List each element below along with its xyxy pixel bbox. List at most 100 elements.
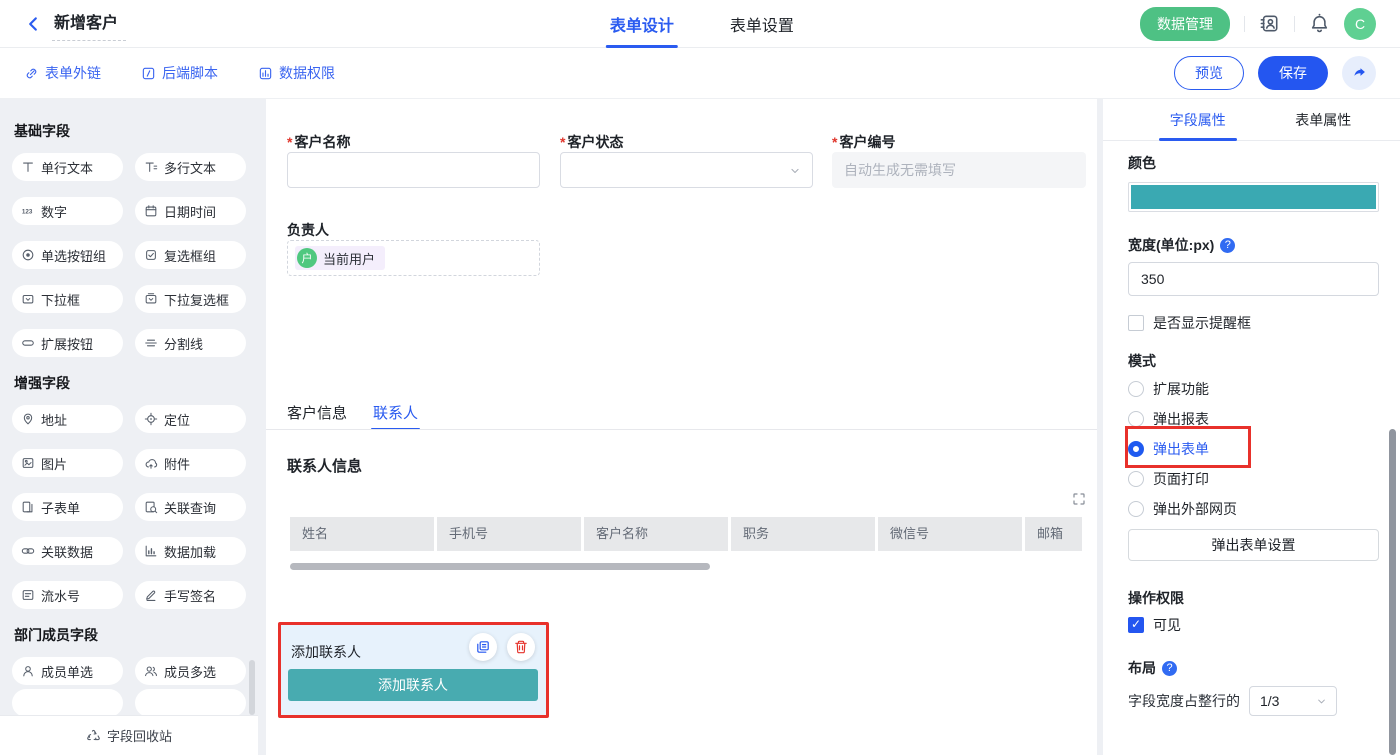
- link-icon: [24, 66, 39, 81]
- expand-icon[interactable]: [1071, 491, 1087, 512]
- width-label-text: 宽度(单位:px): [1128, 235, 1214, 255]
- sidebar-item-multi-line-text[interactable]: 多行文本: [135, 153, 246, 181]
- sidebar-item-select[interactable]: 下拉框: [12, 285, 123, 313]
- sidebar-item-partial[interactable]: [12, 689, 123, 717]
- tab-form-design[interactable]: 表单设计: [610, 0, 674, 48]
- sidebar-item-label: 单行文本: [41, 158, 93, 177]
- sidebar-item-datetime[interactable]: 日期时间: [135, 197, 246, 225]
- mode-option-3[interactable]: 弹出表单: [1128, 439, 1209, 459]
- tab-field-properties[interactable]: 字段属性: [1135, 99, 1261, 140]
- linked-query-icon: [144, 500, 158, 514]
- tab-form-settings[interactable]: 表单设置: [730, 0, 794, 48]
- sidebar-item-label: 流水号: [41, 586, 80, 605]
- copy-field-button[interactable]: [469, 633, 497, 661]
- sidebar-section-title: 部门成员字段: [14, 625, 244, 645]
- contact-table-header: 姓名手机号客户名称职务微信号邮箱: [290, 517, 1082, 551]
- share-button[interactable]: [1342, 56, 1376, 90]
- table-horizontal-scrollbar[interactable]: [290, 563, 710, 570]
- delete-field-button[interactable]: [507, 633, 535, 661]
- sidebar-item-single-line-text[interactable]: 单行文本: [12, 153, 123, 181]
- tab-contacts[interactable]: 联系人: [373, 402, 418, 429]
- mode-option-2[interactable]: 弹出报表: [1128, 409, 1209, 429]
- app-window: 新增客户 表单设计 表单设置 数据管理 C 表单外链后端脚本数据权限 预览 保存…: [0, 0, 1400, 755]
- form-canvas: 客户名称 客户状态 客户编号 自动生成无需填写 负责人 户 当前用户 客户信息 …: [266, 99, 1097, 755]
- sidebar-item-member-multi[interactable]: 成员多选: [135, 657, 246, 685]
- popup-form-settings-button[interactable]: 弹出表单设置: [1128, 529, 1379, 561]
- sidebar-item-linked-query[interactable]: 关联查询: [135, 493, 246, 521]
- divider-icon: [144, 336, 158, 350]
- sidebar-item-label: 子表单: [41, 498, 80, 517]
- visible-checkbox-row[interactable]: 可见: [1128, 615, 1181, 635]
- sidebar-item-extend-button[interactable]: 扩展按钮: [12, 329, 123, 357]
- sidebar-item-subform[interactable]: 子表单: [12, 493, 123, 521]
- layout-row-label: 字段宽度占整行的: [1128, 691, 1240, 711]
- sidebar-item-multi-select[interactable]: 下拉复选框: [135, 285, 246, 313]
- sidebar-item-signature[interactable]: 手写签名: [135, 581, 246, 609]
- toolbar-link-data-permission[interactable]: 数据权限: [258, 63, 335, 83]
- member-multi-icon: [144, 664, 158, 678]
- sidebar-item-address[interactable]: 地址: [12, 405, 123, 433]
- notification-bell-icon[interactable]: [1309, 13, 1330, 34]
- locate-icon: [144, 412, 158, 426]
- sidebar-item-number[interactable]: 123数字: [12, 197, 123, 225]
- sidebar-item-label: 成员多选: [164, 662, 216, 681]
- checkbox-group-icon: [144, 248, 158, 262]
- visible-checkbox[interactable]: [1128, 617, 1144, 633]
- add-contact-block[interactable]: 添加联系人 添加联系人: [278, 622, 549, 718]
- toolbar-link-form-external-link[interactable]: 表单外链: [24, 63, 101, 83]
- field-recycle-bin[interactable]: 字段回收站: [0, 715, 258, 755]
- sidebar-item-member-single[interactable]: 成员单选: [12, 657, 123, 685]
- width-input[interactable]: 350: [1128, 262, 1379, 296]
- trash-icon: [513, 639, 529, 655]
- save-button[interactable]: 保存: [1258, 56, 1328, 90]
- reminder-checkbox-row[interactable]: 是否显示提醒框: [1128, 313, 1251, 333]
- mode-option-5[interactable]: 弹出外部网页: [1128, 499, 1237, 519]
- preview-button[interactable]: 预览: [1174, 56, 1244, 90]
- sidebar-item-linked-data[interactable]: 关联数据: [12, 537, 123, 565]
- sidebar-item-label: 关联数据: [41, 542, 93, 561]
- owner-field[interactable]: 户 当前用户: [287, 240, 540, 276]
- current-user-tag[interactable]: 户 当前用户: [295, 246, 385, 270]
- help-icon[interactable]: [1220, 238, 1235, 253]
- sidebar-item-serial-number[interactable]: 流水号: [12, 581, 123, 609]
- table-column-header: 职务: [731, 517, 875, 551]
- data-manage-button[interactable]: 数据管理: [1140, 7, 1230, 41]
- fullscreen-icon: [1071, 491, 1087, 507]
- serial-number-icon: [21, 588, 35, 602]
- radio-icon: [1128, 441, 1144, 457]
- panel-scrollbar[interactable]: [1389, 429, 1396, 755]
- header-actions: 数据管理 C: [1140, 7, 1376, 41]
- add-contact-button[interactable]: 添加联系人: [288, 669, 538, 701]
- sidebar-item-label: 日期时间: [164, 202, 216, 221]
- sidebar-scrollbar[interactable]: [249, 660, 255, 715]
- sidebar-item-partial[interactable]: [135, 689, 246, 717]
- mode-option-1[interactable]: 扩展功能: [1128, 379, 1209, 399]
- contacts-book-icon[interactable]: [1259, 13, 1280, 34]
- layout-width-select[interactable]: 1/3: [1249, 686, 1337, 716]
- sidebar-item-data-load[interactable]: 数据加载: [135, 537, 246, 565]
- tab-form-properties[interactable]: 表单属性: [1261, 99, 1387, 140]
- data-load-icon: [144, 544, 158, 558]
- sidebar-item-locate[interactable]: 定位: [135, 405, 246, 433]
- customer-name-input[interactable]: [287, 152, 540, 188]
- back-button[interactable]: [24, 15, 42, 33]
- sidebar-item-checkbox-group[interactable]: 复选框组: [135, 241, 246, 269]
- help-icon[interactable]: [1162, 661, 1177, 676]
- sidebar-item-radio-group[interactable]: 单选按钮组: [12, 241, 123, 269]
- sidebar-item-image[interactable]: 图片: [12, 449, 123, 477]
- sidebar-item-label: 图片: [41, 454, 67, 473]
- contacts-section-title: 联系人信息: [287, 455, 362, 476]
- reminder-checkbox[interactable]: [1128, 315, 1144, 331]
- sidebar-item-label: 关联查询: [164, 498, 216, 517]
- tab-customer-info[interactable]: 客户信息: [287, 402, 347, 429]
- table-column-header: 客户名称: [584, 517, 728, 551]
- mode-option-4[interactable]: 页面打印: [1128, 469, 1209, 489]
- sidebar-item-divider[interactable]: 分割线: [135, 329, 246, 357]
- toolbar-link-backend-script[interactable]: 后端脚本: [141, 63, 218, 83]
- sidebar-partial-row: [12, 689, 246, 717]
- user-avatar[interactable]: C: [1344, 8, 1376, 40]
- customer-status-select[interactable]: [560, 152, 813, 188]
- sidebar-item-attachment[interactable]: 附件: [135, 449, 246, 477]
- color-picker[interactable]: [1128, 182, 1379, 212]
- sidebar-item-label: 下拉复选框: [164, 290, 229, 309]
